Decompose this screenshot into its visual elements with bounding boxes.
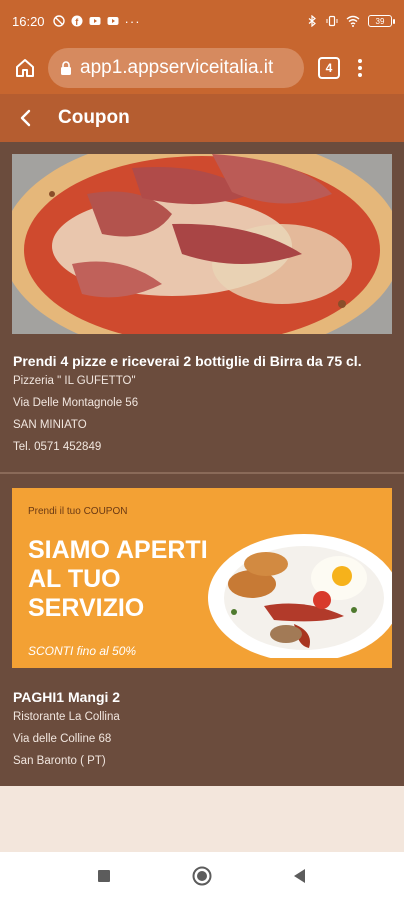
browser-toolbar: app1.appserviceitalia.it 4 bbox=[0, 42, 404, 94]
battery-icon: 39 bbox=[368, 15, 395, 27]
coupon-title: Prendi 4 pizze e riceverai 2 bottiglie d… bbox=[13, 353, 362, 369]
system-nav-bar bbox=[0, 852, 404, 900]
coupon-title: PAGHI1 Mangi 2 bbox=[13, 689, 121, 705]
dnd-icon bbox=[52, 15, 65, 27]
banner-headline: SIAMO APERTI AL TUO SERVIZIO bbox=[28, 536, 208, 622]
coupon-image-pizza bbox=[12, 154, 392, 334]
address-bar[interactable]: app1.appserviceitalia.it bbox=[48, 48, 304, 88]
more-dots-icon: ··· bbox=[124, 13, 141, 29]
tab-switcher-button[interactable]: 4 bbox=[318, 57, 340, 79]
coupon-phone: Tel. 0571 452849 bbox=[13, 441, 102, 453]
coupon-address: Via Delle Montagnole 56 bbox=[13, 397, 139, 409]
breakfast-plate-image bbox=[208, 534, 392, 658]
home-icon[interactable] bbox=[10, 53, 40, 83]
bluetooth-icon bbox=[308, 15, 316, 27]
youtube-icon bbox=[107, 17, 119, 25]
coupon-list: Prendi 4 pizze e riceverai 2 bottiglie d… bbox=[0, 142, 404, 786]
banner-small-text: Prendi il tuo COUPON bbox=[28, 506, 128, 517]
coupon-card[interactable]: Prendi 4 pizze e riceverai 2 bottiglie d… bbox=[0, 142, 404, 474]
page-title: Coupon bbox=[58, 107, 130, 128]
coupon-image-banner: Prendi il tuo COUPON SIAMO APERTI AL TUO… bbox=[12, 488, 392, 668]
lock-icon bbox=[60, 61, 72, 75]
coupon-city: San Baronto ( PT) bbox=[13, 755, 106, 767]
vibrate-icon bbox=[326, 15, 338, 27]
facebook-icon: f bbox=[71, 15, 83, 27]
youtube-icon bbox=[89, 17, 101, 25]
pizza-image bbox=[12, 154, 392, 334]
coupon-card[interactable]: Prendi il tuo COUPON SIAMO APERTI AL TUO… bbox=[0, 476, 404, 786]
back-arrow-icon[interactable] bbox=[12, 104, 40, 132]
back-triangle-icon[interactable] bbox=[288, 864, 312, 888]
menu-dots-icon[interactable] bbox=[358, 59, 362, 77]
coupon-city: SAN MINIATO bbox=[13, 419, 87, 431]
coupon-address: Via delle Colline 68 bbox=[13, 733, 112, 745]
coupon-business: Pizzeria " IL GUFETTO" bbox=[13, 375, 136, 387]
status-bar: 16:20 f ··· 39 bbox=[0, 0, 404, 42]
app-bar: Coupon bbox=[0, 94, 404, 142]
recents-square-icon[interactable] bbox=[92, 864, 116, 888]
banner-sconti: SCONTI fino al 50% bbox=[28, 644, 137, 658]
url-text: app1.appserviceitalia.it bbox=[80, 57, 274, 78]
home-circle-icon[interactable] bbox=[190, 864, 214, 888]
battery-level: 39 bbox=[375, 16, 385, 26]
coupon-business: Ristorante La Collina bbox=[13, 711, 120, 723]
status-time: 16:20 bbox=[12, 13, 45, 29]
wifi-icon bbox=[346, 15, 360, 27]
page-footer-space bbox=[0, 786, 404, 852]
promo-banner: Prendi il tuo COUPON SIAMO APERTI AL TUO… bbox=[12, 488, 392, 668]
